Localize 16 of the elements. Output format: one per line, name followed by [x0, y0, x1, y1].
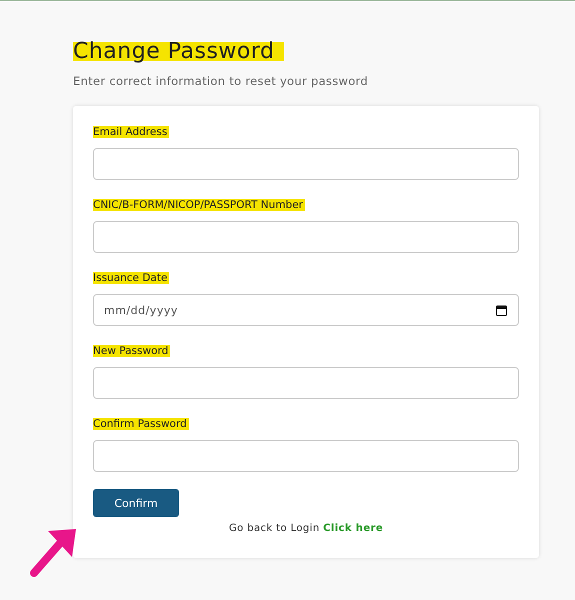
field-label: Confirm Password [93, 416, 189, 432]
field-label: Issuance Date [93, 270, 170, 286]
confirm-button[interactable]: Confirm [93, 489, 179, 517]
date-field[interactable]: mm/dd/yyyy [93, 294, 519, 326]
field-label: New Password [93, 343, 170, 359]
input-field[interactable] [93, 221, 519, 253]
login-link[interactable]: Click here [323, 523, 384, 534]
password-field[interactable] [93, 367, 519, 399]
field-label: CNIC/B-FORM/NICOP/PASSPORT Number [93, 197, 305, 213]
page-title: Change Password [73, 39, 284, 64]
input-field[interactable] [93, 148, 519, 180]
page-subtitle: Enter correct information to reset your password [73, 74, 369, 88]
password-field[interactable] [93, 440, 519, 472]
back-text: Go back to Login [228, 523, 320, 534]
calendar-icon[interactable] [496, 305, 507, 316]
field-label: Email Address [93, 124, 170, 140]
